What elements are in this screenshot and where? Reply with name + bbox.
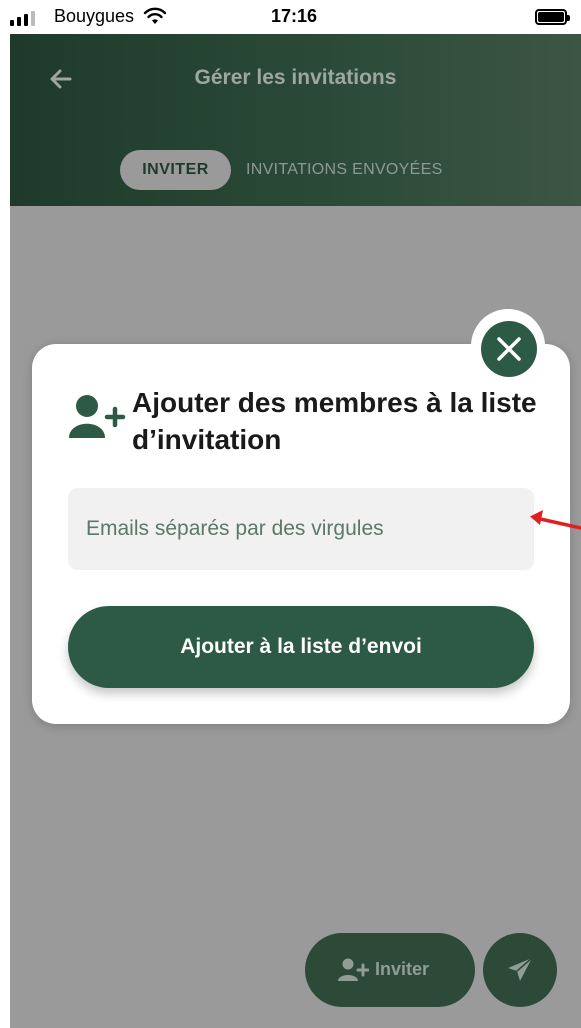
red-arrow-annotation [530,510,581,530]
page-title: Gérer les invitations [194,66,397,89]
tab-invitations-envoyees[interactable]: INVITATIONS ENVOYÉES [246,150,443,190]
user-plus-icon [338,958,369,981]
signal-bars-icon [10,10,44,26]
app-header: Gérer les invitations INVITER INVITATION… [10,34,581,206]
status-bar: Bouygues 17:16 [0,0,581,34]
invite-button-label: Inviter [375,959,430,979]
clock-time: 17:16 [271,6,318,26]
send-button[interactable] [483,933,557,1007]
dialog-title: Ajouter des membres à la liste d’invitat… [132,387,537,455]
wifi-icon [143,7,167,24]
emails-input[interactable] [68,488,534,570]
carrier-name: Bouygues [54,6,135,26]
user-plus-icon [69,395,126,438]
close-button[interactable] [481,321,537,377]
tab-inviter[interactable]: INVITER [120,150,231,190]
add-members-dialog: Ajouter des membres à la liste d’invitat… [32,344,570,724]
battery-icon [535,9,570,25]
close-icon [497,337,521,361]
add-to-list-button[interactable]: Ajouter à la liste d’envoi [68,606,534,688]
paper-plane-icon [508,957,533,981]
invite-button[interactable]: Inviter [305,933,475,1007]
